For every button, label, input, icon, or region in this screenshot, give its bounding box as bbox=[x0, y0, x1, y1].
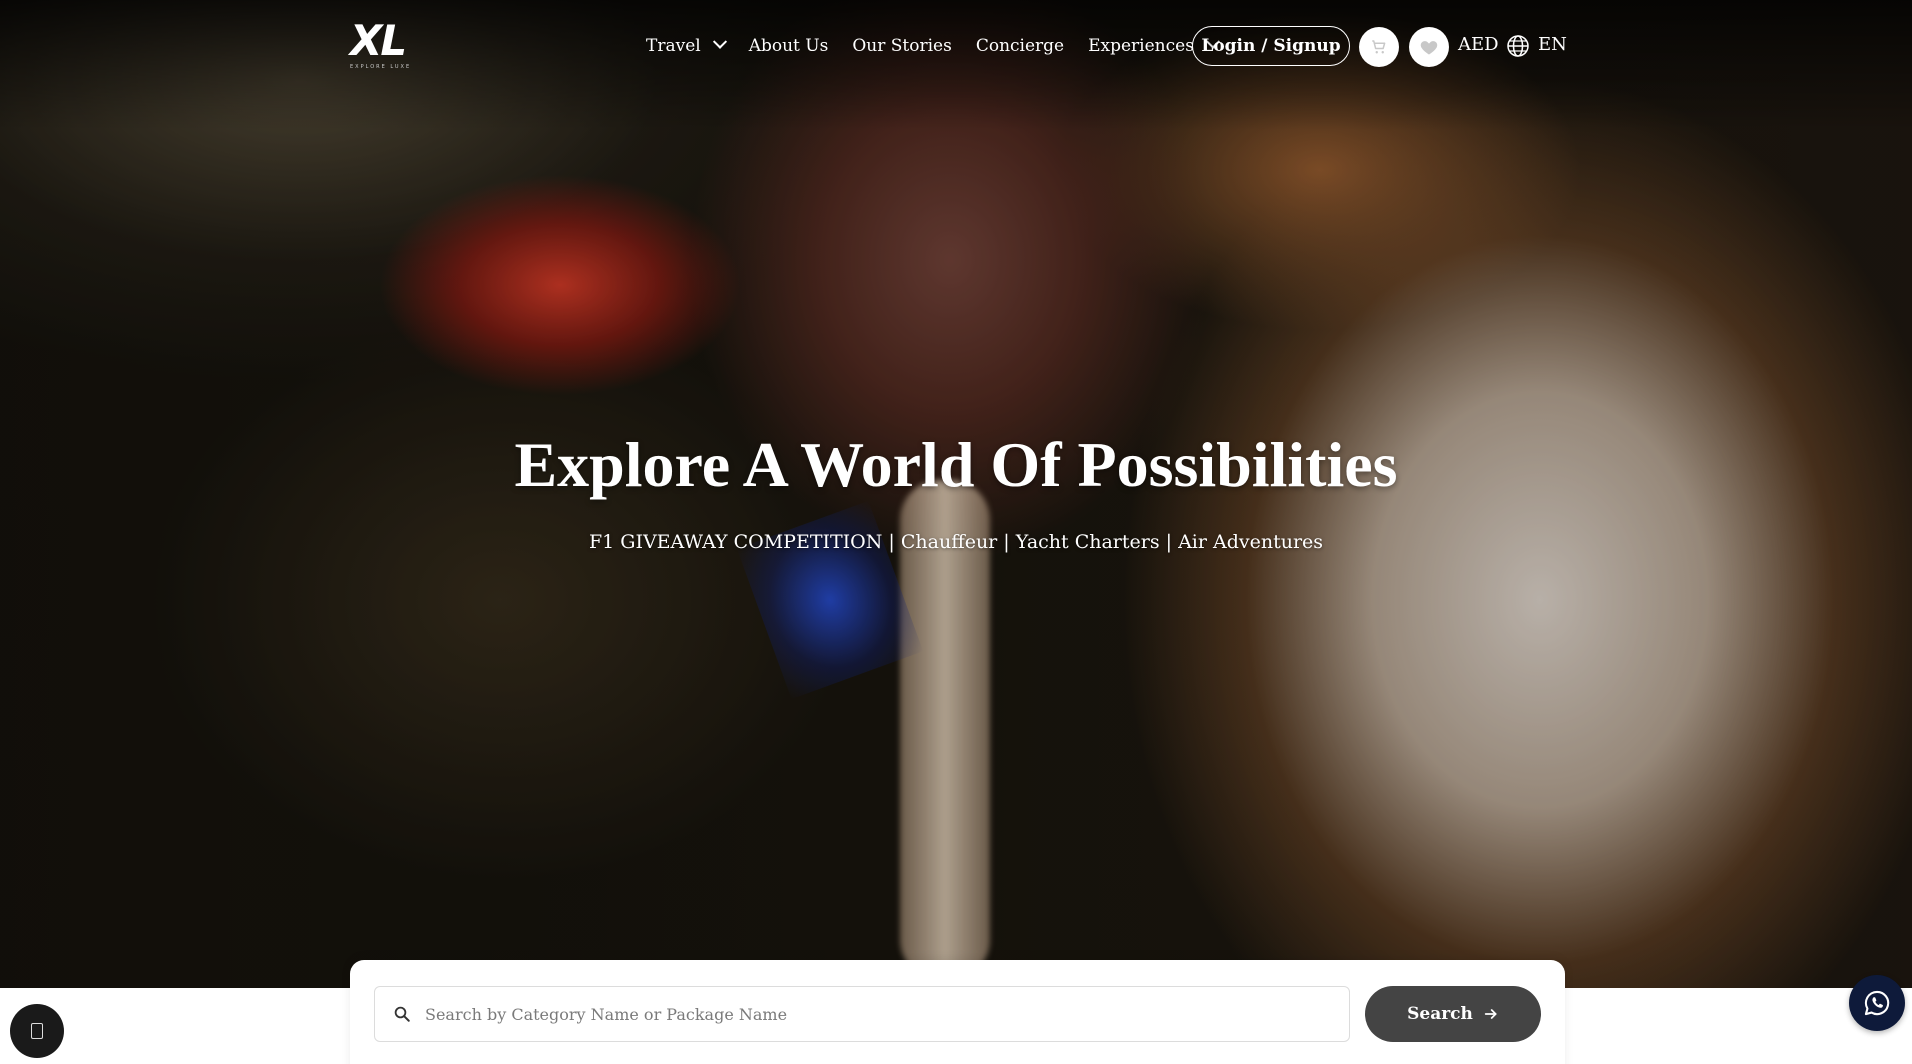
arrow-right-icon bbox=[1484, 1009, 1497, 1019]
search-panel: Search bbox=[350, 960, 1565, 1064]
globe-icon[interactable] bbox=[1506, 34, 1530, 58]
currency-selector[interactable]: AED bbox=[1458, 34, 1499, 55]
nav-item-travel[interactable]: Travel bbox=[646, 34, 727, 56]
chevron-down-icon bbox=[712, 34, 727, 49]
chat-widget-button[interactable] bbox=[10, 1004, 64, 1058]
language-selector[interactable]: EN bbox=[1538, 34, 1567, 55]
search-field[interactable] bbox=[374, 986, 1350, 1042]
search-button-label: Search bbox=[1407, 1004, 1473, 1024]
nav-item-label: Our Stories bbox=[852, 36, 952, 56]
nav-item-label: About Us bbox=[748, 36, 829, 56]
whatsapp-icon bbox=[1864, 990, 1890, 1016]
nav-item-our-stories[interactable]: Our Stories bbox=[852, 36, 951, 56]
whatsapp-button[interactable] bbox=[1849, 975, 1905, 1031]
main-menu: Travel About Us Our Stories Concierge Ex… bbox=[646, 30, 1242, 62]
nav-item-label: Experiences bbox=[1088, 36, 1194, 56]
nav-item-label: Concierge bbox=[975, 36, 1065, 56]
top-nav: XL EXPLORE LUXE Travel About Us Our Stor… bbox=[0, 0, 1912, 92]
nav-item-about-us[interactable]: About Us bbox=[749, 36, 829, 56]
search-icon bbox=[394, 1006, 410, 1022]
heart-icon bbox=[1420, 41, 1438, 55]
chat-icon bbox=[31, 1023, 43, 1039]
login-signup-button[interactable]: Login / Signup bbox=[1192, 26, 1350, 66]
nav-item-concierge[interactable]: Concierge bbox=[976, 36, 1064, 56]
nav-item-label: Travel bbox=[646, 36, 701, 56]
hero-title: Explore A World Of Possibilities bbox=[514, 429, 1398, 500]
cart-button[interactable] bbox=[1359, 27, 1399, 67]
logo-mark: XL bbox=[350, 16, 407, 65]
search-button[interactable]: Search bbox=[1365, 986, 1541, 1042]
cart-icon bbox=[1372, 40, 1386, 54]
logo-subtext: EXPLORE LUXE bbox=[350, 64, 412, 70]
brand-logo[interactable]: XL EXPLORE LUXE bbox=[350, 20, 416, 72]
wishlist-button[interactable] bbox=[1409, 27, 1449, 67]
search-input[interactable] bbox=[425, 994, 1349, 1034]
hero-subtitle: F1 GIVEAWAY COMPETITION | Chauffeur | Ya… bbox=[588, 531, 1324, 553]
